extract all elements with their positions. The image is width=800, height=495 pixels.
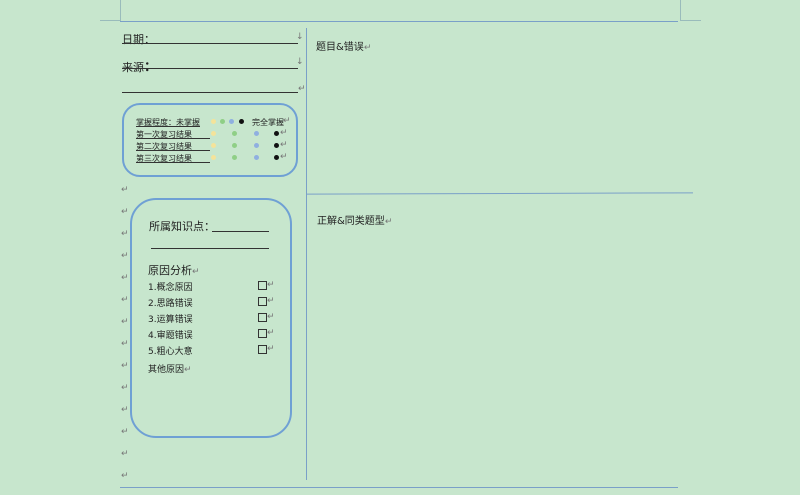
paragraph-mark: ↵ <box>121 405 129 415</box>
date-field[interactable] <box>122 43 298 44</box>
review-underline <box>136 162 210 163</box>
paragraph-mark: ↵ <box>121 427 129 437</box>
mastery-box <box>122 103 298 177</box>
paragraph-mark: ↵ <box>121 317 129 327</box>
paragraph-mark: ↵ <box>280 152 288 162</box>
arrow-mark: ↓ <box>296 32 304 42</box>
reason-item-4: 4.审题错误 <box>148 331 193 341</box>
column-divider <box>306 28 307 480</box>
review-underline <box>136 138 210 139</box>
paragraph-mark: ↵ <box>363 43 372 53</box>
review2-dot-black[interactable] <box>274 143 279 148</box>
paragraph-mark: ↵ <box>121 273 129 283</box>
reason-item-1: 1.概念原因 <box>148 283 193 293</box>
blank-line[interactable] <box>122 92 298 93</box>
mastery-dot-black[interactable] <box>239 119 244 124</box>
paragraph-mark: ↵ <box>121 471 129 481</box>
mastery-dot-green[interactable] <box>220 119 225 124</box>
mastery-underline <box>136 126 200 127</box>
paragraph-mark: ↵ <box>280 140 288 150</box>
paragraph-mark: ↵ <box>267 328 275 338</box>
bottom-rule <box>120 487 678 488</box>
other-reason: 其他原因↵ <box>148 362 192 375</box>
paragraph-mark: ↵ <box>121 339 129 349</box>
paragraph-mark: ↵ <box>121 361 129 371</box>
reason-title: 原因分析↵ <box>148 262 200 278</box>
paragraph-mark: ↵ <box>267 296 275 306</box>
reason-checkbox-4[interactable] <box>258 329 267 338</box>
paragraph-mark: ↵ <box>121 251 129 261</box>
paragraph-mark: ↵ <box>267 344 275 354</box>
mastery-dot-blue[interactable] <box>229 119 234 124</box>
review3-dot-blue[interactable] <box>254 155 259 160</box>
question-title-text: 题目&错误 <box>316 42 364 53</box>
paragraph-mark: ↵ <box>192 267 200 277</box>
mastery-high-label: 完全掌握 <box>252 118 284 127</box>
paragraph-mark: ↵ <box>121 449 129 459</box>
paragraph-mark: ↵ <box>280 128 288 138</box>
paragraph-mark: ↵ <box>184 365 192 375</box>
reason-title-text: 原因分析 <box>148 264 192 277</box>
reason-checkbox-3[interactable] <box>258 313 267 322</box>
review1-dot-black[interactable] <box>274 131 279 136</box>
review2-dot-yellow[interactable] <box>211 143 216 148</box>
reason-checkbox-5[interactable] <box>258 345 267 354</box>
paragraph-mark: ↵ <box>267 312 275 322</box>
knowledge-field-line2[interactable] <box>151 248 269 249</box>
review3-dot-black[interactable] <box>274 155 279 160</box>
review1-dot-yellow[interactable] <box>211 131 216 136</box>
reason-item-3: 3.运算错误 <box>148 315 193 325</box>
reason-item-2: 2.思路错误 <box>148 299 193 309</box>
review1-dot-green[interactable] <box>232 131 237 136</box>
paragraph-mark: ↵ <box>298 84 306 94</box>
date-label: 日期： <box>122 33 155 46</box>
source-label: 来源： <box>122 56 157 75</box>
corner-mark-top-right <box>680 0 701 21</box>
knowledge-label: 所属知识点： <box>149 220 215 233</box>
review3-dot-yellow[interactable] <box>211 155 216 160</box>
other-reason-text: 其他原因 <box>148 365 185 375</box>
question-title: 题目&错误↵ <box>316 38 371 53</box>
reason-checkbox-2[interactable] <box>258 297 267 306</box>
review1-dot-blue[interactable] <box>254 131 259 136</box>
review2-dot-green[interactable] <box>232 143 237 148</box>
review3-dot-green[interactable] <box>232 155 237 160</box>
correction-title: 正解&同类题型↵ <box>317 212 392 227</box>
mastery-dot-yellow[interactable] <box>211 119 216 124</box>
arrow-mark: ↓ <box>296 57 304 67</box>
correction-title-text: 正解&同类题型 <box>317 216 385 227</box>
review2-dot-blue[interactable] <box>254 143 259 148</box>
paragraph-mark: ↵ <box>121 383 129 393</box>
review-underline <box>136 150 210 151</box>
right-section-divider <box>306 192 694 195</box>
source-field[interactable] <box>122 68 298 69</box>
top-rule <box>120 21 678 22</box>
knowledge-field[interactable] <box>212 231 269 232</box>
paragraph-mark: ↵ <box>121 295 129 305</box>
paragraph-mark: ↵ <box>283 116 291 126</box>
reason-checkbox-1[interactable] <box>258 281 267 290</box>
paragraph-mark: ↵ <box>384 217 393 227</box>
corner-mark-top-left <box>100 0 121 21</box>
paragraph-mark: ↵ <box>121 207 129 217</box>
reason-item-5: 5.粗心大意 <box>148 347 193 357</box>
paragraph-mark: ↵ <box>121 229 129 239</box>
paragraph-mark: ↵ <box>121 185 129 195</box>
paragraph-mark: ↵ <box>267 280 275 290</box>
